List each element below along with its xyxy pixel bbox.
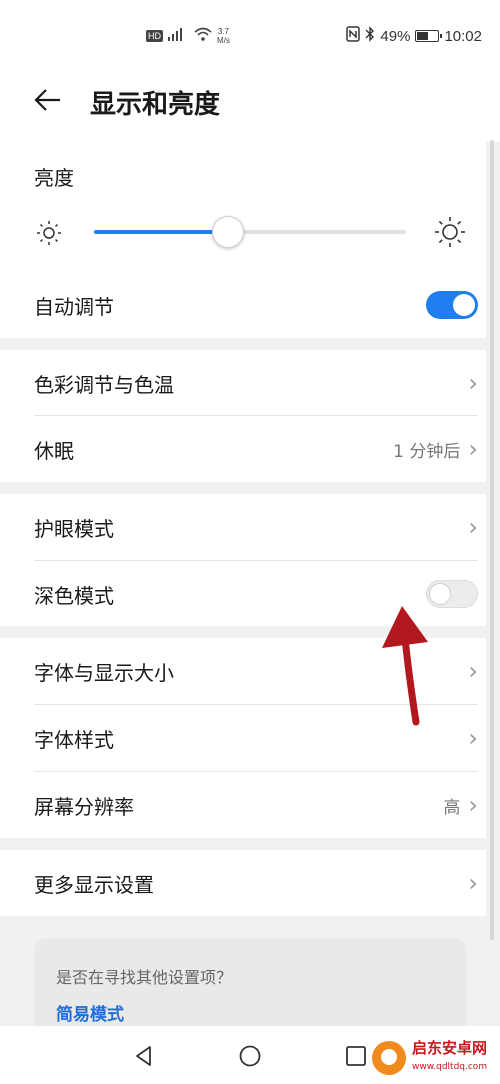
back-arrow-icon[interactable] (32, 86, 68, 116)
settings-row-sleep[interactable]: 休眠 1 分钟后 › (34, 416, 478, 482)
row-label: 屏幕分辨率 (34, 794, 134, 819)
status-bar: HD 3.7 M/s 49% 10:02 (0, 0, 500, 72)
signal-icon (167, 27, 189, 44)
auto-adjust-row[interactable]: 自动调节 (34, 272, 478, 338)
settings-row-eye-comfort[interactable]: 护眼模式 › (34, 494, 478, 560)
watermark-logo-icon (372, 1040, 406, 1075)
settings-row-more-display[interactable]: 更多显示设置 › (34, 850, 478, 916)
brightness-label: 亮度 (34, 166, 74, 190)
brightness-low-icon (36, 220, 62, 250)
watermark-text: 启东安卓网 www.qdltdq.com (412, 1040, 487, 1075)
row-label: 深色模式 (34, 583, 114, 608)
row-label: 更多显示设置 (34, 872, 154, 897)
simple-mode-link[interactable]: 简易模式 (56, 1000, 124, 1025)
row-label: 护眼模式 (34, 516, 114, 541)
row-label: 休眠 (34, 438, 74, 463)
hd-badge: HD (146, 29, 163, 42)
status-right: 49% 10:02 (346, 26, 482, 46)
annotation-arrow (370, 600, 440, 734)
row-value: 1 分钟后 (393, 441, 461, 462)
watermark-url: www.qdltdq.com (412, 1062, 488, 1072)
watermark: 启东安卓网 www.qdltdq.com (372, 1040, 487, 1075)
chevron-right-icon: › (468, 791, 478, 819)
chevron-right-icon: › (468, 513, 478, 541)
watermark-name: 启东安卓网 (412, 1039, 488, 1057)
status-left: HD 3.7 M/s (146, 26, 230, 45)
suggestion-card: 是否在寻找其他设置项？ 简易模式 (34, 938, 466, 1038)
nfc-icon (346, 26, 361, 46)
chevron-right-icon: › (468, 724, 478, 752)
chevron-right-icon: › (468, 869, 478, 897)
home-nav-icon[interactable] (238, 1044, 262, 1068)
brightness-slider[interactable] (94, 216, 406, 248)
net-speed-value: 3.7 (217, 26, 229, 36)
row-value: 高 (443, 797, 461, 818)
clock: 10:02 (444, 27, 482, 45)
brightness-slider-thumb[interactable] (212, 216, 245, 248)
row-label: 字体与显示大小 (34, 660, 174, 685)
settings-row-resolution[interactable]: 屏幕分辨率 高 › (34, 772, 478, 838)
suggestion-question: 是否在寻找其他设置项？ (56, 968, 233, 987)
net-speed-unit: M/s (217, 35, 230, 45)
wifi-icon (193, 26, 213, 45)
net-speed: 3.7 M/s (217, 27, 230, 45)
auto-adjust-toggle[interactable] (426, 291, 478, 319)
toggle-knob (453, 294, 475, 316)
back-nav-icon[interactable] (132, 1044, 156, 1068)
row-label: 字体样式 (34, 727, 114, 752)
app-header: 显示和亮度 (0, 72, 500, 142)
row-label: 色彩调节与色温 (34, 372, 174, 397)
recents-nav-icon[interactable] (344, 1044, 368, 1068)
brightness-high-icon (434, 216, 466, 252)
page-title: 显示和亮度 (90, 90, 221, 120)
chevron-right-icon: › (468, 369, 478, 397)
scrollbar[interactable] (490, 140, 494, 940)
auto-adjust-label: 自动调节 (34, 294, 114, 319)
battery-icon (415, 30, 443, 42)
battery-percent: 49% (380, 27, 411, 45)
chevron-right-icon: › (468, 657, 478, 685)
settings-row-color[interactable]: 色彩调节与色温 › (34, 350, 478, 416)
bluetooth-icon (365, 26, 375, 46)
brightness-slider-fill (94, 230, 229, 234)
chevron-right-icon: › (468, 435, 478, 463)
